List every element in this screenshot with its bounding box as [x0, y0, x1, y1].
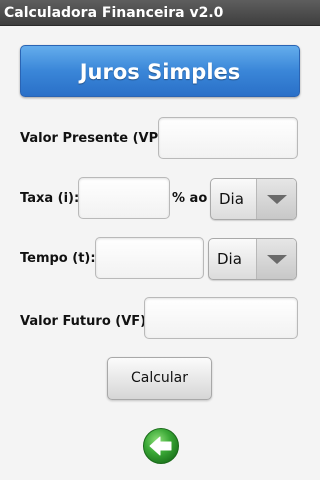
taxa-unit-label: % ao — [172, 191, 208, 206]
taxa-input[interactable] — [78, 177, 170, 219]
taxa-label: Taxa (i): — [20, 191, 80, 206]
taxa-period-select[interactable]: Dia — [210, 178, 297, 220]
tempo-input[interactable] — [95, 237, 204, 279]
dropdown-arrow-icon — [256, 239, 296, 279]
tempo-label: Tempo (t): — [20, 251, 96, 266]
vf-input[interactable] — [144, 297, 298, 339]
dropdown-arrow-icon — [256, 179, 296, 219]
calculate-button[interactable]: Calcular — [107, 357, 212, 400]
tempo-period-value: Dia — [217, 250, 242, 268]
taxa-period-value: Dia — [219, 190, 244, 208]
vp-input[interactable] — [158, 117, 298, 159]
window-title: Calculadora Financeira v2.0 — [0, 0, 320, 26]
vp-label: Valor Presente (VP): — [20, 131, 170, 146]
back-arrow-icon[interactable] — [142, 427, 180, 465]
tempo-period-select[interactable]: Dia — [208, 238, 297, 280]
page-title-button[interactable]: Juros Simples — [20, 45, 300, 97]
vf-label: Valor Futuro (VF): — [20, 314, 152, 329]
